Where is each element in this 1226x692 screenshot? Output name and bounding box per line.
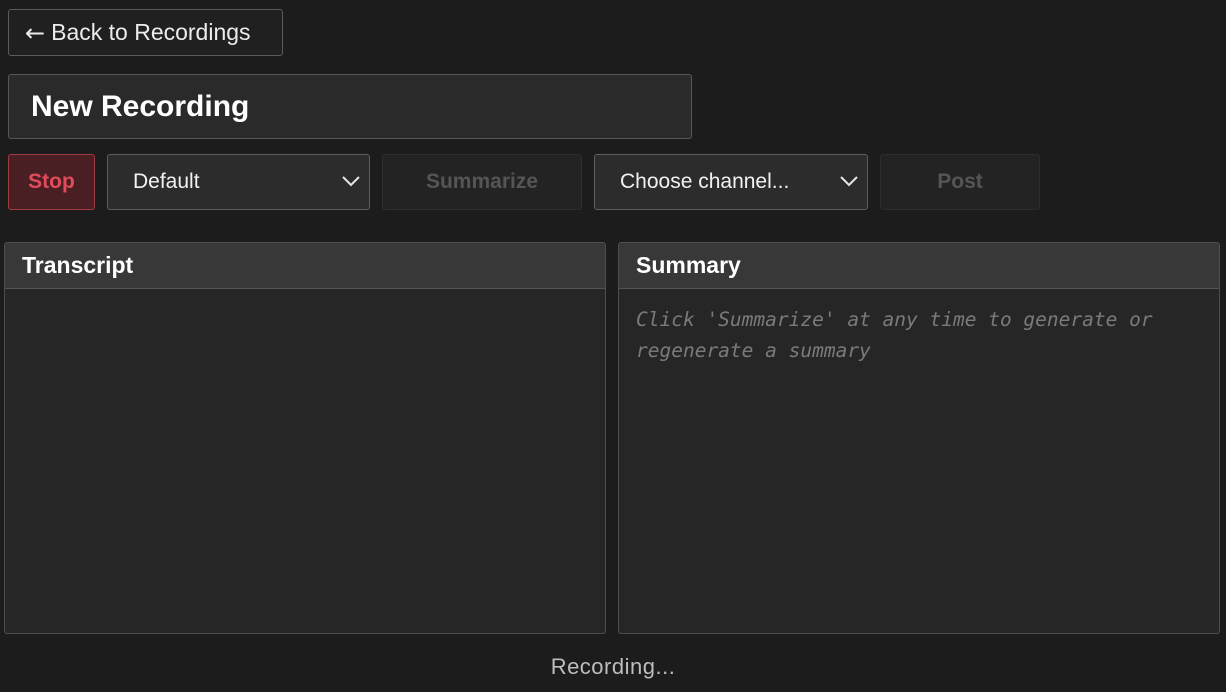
template-select-value: Default — [133, 170, 200, 193]
channel-select[interactable]: Choose channel... — [594, 154, 868, 210]
chevron-down-icon — [342, 176, 360, 187]
summary-panel-title: Summary — [619, 243, 1219, 289]
channel-select-value: Choose channel... — [620, 170, 790, 193]
template-select[interactable]: Default — [107, 154, 370, 210]
summary-panel: Summary Click 'Summarize' at any time to… — [618, 242, 1220, 634]
transcript-content[interactable] — [5, 289, 605, 633]
summary-placeholder-text: Click 'Summarize' at any time to generat… — [636, 308, 1153, 362]
stop-button[interactable]: Stop — [8, 154, 95, 210]
recording-title-input[interactable] — [8, 74, 692, 139]
transcript-panel-title: Transcript — [5, 243, 605, 289]
left-arrow-icon: ← — [25, 18, 46, 47]
back-to-recordings-button[interactable]: ← Back to Recordings — [8, 9, 283, 56]
back-button-label: Back to Recordings — [51, 19, 251, 45]
post-button[interactable]: Post — [880, 154, 1040, 210]
transcript-panel: Transcript — [4, 242, 606, 634]
recording-status-text: Recording... — [550, 654, 676, 679]
summarize-button[interactable]: Summarize — [382, 154, 582, 210]
chevron-down-icon — [840, 176, 858, 187]
